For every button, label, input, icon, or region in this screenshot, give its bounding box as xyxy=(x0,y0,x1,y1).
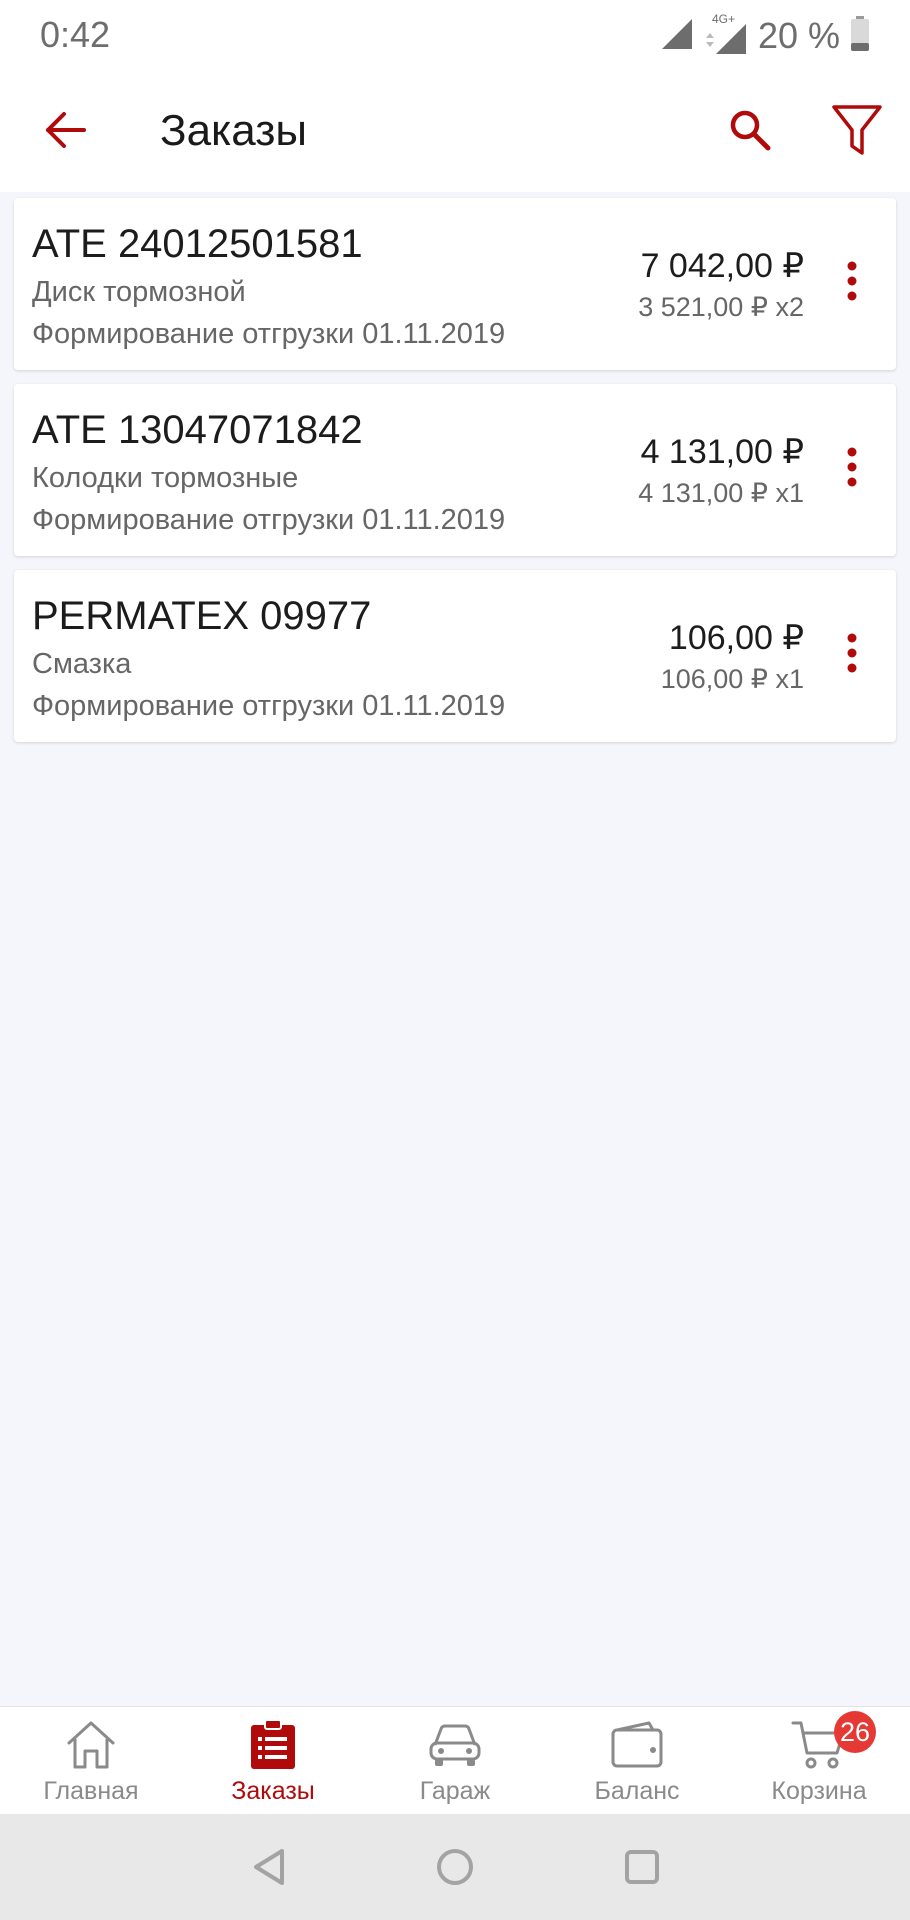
order-unit-price: 106,00 ₽ x1 xyxy=(660,664,804,694)
nav-label-orders: Заказы xyxy=(231,1777,315,1805)
home-icon xyxy=(61,1717,121,1773)
nav-label-garage: Гараж xyxy=(419,1777,491,1805)
filter-button[interactable] xyxy=(826,100,888,164)
network-signal-icon: 4G+ xyxy=(704,12,748,56)
more-vert-icon xyxy=(846,447,858,492)
recents-square-icon xyxy=(622,1847,662,1892)
order-status: Формирование отгрузки 01.11.2019 xyxy=(32,504,506,536)
order-card[interactable]: ATE 24012501581 Диск тормозной Формирова… xyxy=(14,198,896,370)
order-description: Колодки тормозные xyxy=(32,462,299,494)
battery-percentage: 20 % xyxy=(757,15,840,56)
nav-label-cart: Корзина xyxy=(771,1777,867,1805)
car-icon xyxy=(425,1717,485,1773)
order-status: Формирование отгрузки 01.11.2019 xyxy=(32,690,506,722)
order-title: ATE 13047071842 xyxy=(32,408,363,452)
order-title: PERMATEX 09977 xyxy=(32,594,372,638)
nav-item-home[interactable]: Главная xyxy=(0,1707,182,1815)
order-list: ATE 24012501581 Диск тормозной Формирова… xyxy=(14,198,896,756)
nav-label-home: Главная xyxy=(43,1777,139,1805)
back-button[interactable] xyxy=(36,102,96,162)
back-arrow-icon xyxy=(44,110,88,155)
battery-icon xyxy=(850,15,870,57)
order-card[interactable]: ATE 13047071842 Колодки тормозные Формир… xyxy=(14,384,896,556)
order-total: 4 131,00 ₽ xyxy=(640,433,804,471)
filter-icon xyxy=(831,103,883,162)
order-unit-price: 4 131,00 ₽ x1 xyxy=(638,478,804,508)
more-vert-icon xyxy=(846,261,858,306)
order-description: Смазка xyxy=(32,648,132,680)
more-options-button[interactable] xyxy=(832,444,872,494)
system-back-button[interactable] xyxy=(245,1844,295,1894)
network-type-label: 4G+ xyxy=(711,12,735,26)
bottom-navigation: Главная Заказы Гараж Баланс 26 Корзина xyxy=(0,1706,910,1814)
more-options-button[interactable] xyxy=(832,630,872,680)
search-icon xyxy=(728,108,772,157)
app-bar: Заказы xyxy=(0,72,910,192)
order-unit-price: 3 521,00 ₽ x2 xyxy=(638,292,804,322)
status-icons: 4G+ 20 % xyxy=(660,12,870,60)
more-vert-icon xyxy=(846,633,858,678)
order-status: Формирование отгрузки 01.11.2019 xyxy=(32,318,506,350)
back-triangle-icon xyxy=(250,1847,290,1892)
home-circle-icon xyxy=(435,1847,475,1892)
nav-item-orders[interactable]: Заказы xyxy=(182,1707,364,1815)
wallet-icon xyxy=(607,1717,667,1773)
nav-item-garage[interactable]: Гараж xyxy=(364,1707,546,1815)
page-title: Заказы xyxy=(160,106,308,155)
status-time: 0:42 xyxy=(40,14,111,55)
system-home-button[interactable] xyxy=(430,1844,480,1894)
status-bar: 0:42 4G+ 20 % xyxy=(0,0,910,72)
order-total: 106,00 ₽ xyxy=(668,619,804,657)
more-options-button[interactable] xyxy=(832,258,872,308)
order-description: Диск тормозной xyxy=(32,276,246,308)
system-navigation-bar xyxy=(0,1814,910,1920)
order-title: ATE 24012501581 xyxy=(32,222,363,266)
cart-count-badge: 26 xyxy=(834,1711,876,1753)
nav-label-balance: Баланс xyxy=(594,1777,680,1805)
order-total: 7 042,00 ₽ xyxy=(640,247,804,285)
nav-item-balance[interactable]: Баланс xyxy=(546,1707,728,1815)
orders-icon xyxy=(243,1717,303,1773)
system-recents-button[interactable] xyxy=(617,1844,667,1894)
search-button[interactable] xyxy=(720,102,780,162)
signal-icon xyxy=(660,17,694,56)
nav-item-cart[interactable]: 26 Корзина xyxy=(728,1707,910,1815)
order-card[interactable]: PERMATEX 09977 Смазка Формирование отгру… xyxy=(14,570,896,742)
